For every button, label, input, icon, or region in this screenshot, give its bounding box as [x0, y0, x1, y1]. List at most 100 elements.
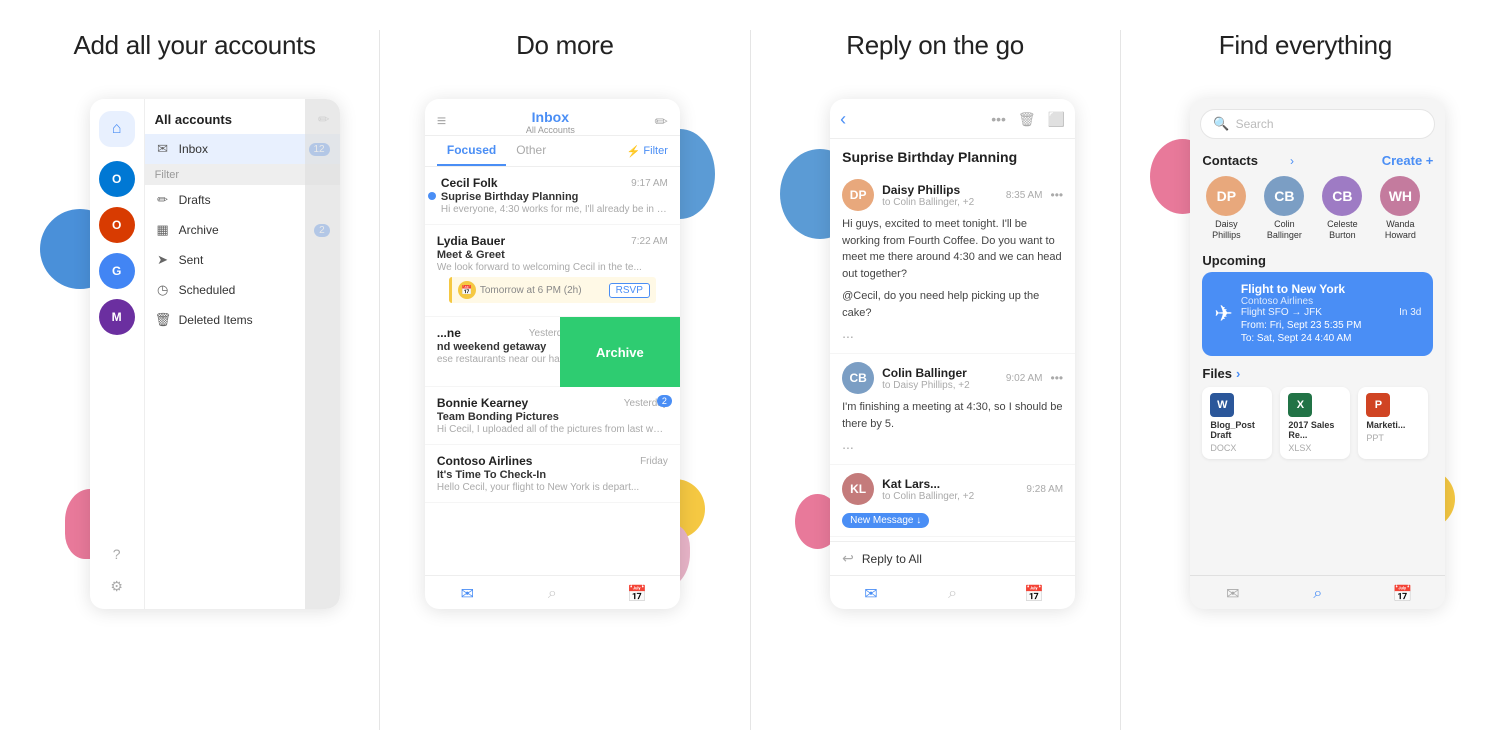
search-bar[interactable]: 🔍 Search — [1200, 109, 1435, 139]
s4-nav-mail[interactable]: ✉ — [1190, 584, 1275, 604]
msg2-to: to Daisy Phillips, +2 — [882, 380, 998, 391]
rsvp-button[interactable]: RSVP — [609, 283, 650, 298]
section4-phone: 🔍 Search Contacts › Create + DP DaisyPhi… — [1190, 99, 1445, 609]
mail-item-1[interactable]: Cecil Folk 9:17 AM Suprise Birthday Plan… — [425, 167, 680, 225]
archive-icon2[interactable]: ⬜ — [1048, 111, 1065, 128]
section4-wrapper: 🔍 Search Contacts › Create + DP DaisyPhi… — [1160, 89, 1450, 619]
msg1-to: to Colin Ballinger, +2 — [882, 197, 998, 208]
contact-colin[interactable]: CB ColinBallinger — [1260, 176, 1308, 241]
files-section: Files › W Blog_Post Draft DOCX X 2017 Sa… — [1190, 362, 1445, 463]
s3-header-icons: ••• 🗑 ⬜ — [991, 111, 1065, 128]
msg1-header: DP Daisy Phillips to Colin Ballinger, +2… — [842, 179, 1063, 211]
msg3-sender: Kat Lars... — [882, 477, 1018, 491]
s3-reply-bar[interactable]: ↩ Reply to All — [830, 541, 1075, 575]
msg2-sender: Colin Ballinger — [882, 366, 998, 380]
mail2-subject: Meet & Greet — [437, 249, 668, 261]
ppt-icon: P — [1366, 393, 1390, 417]
mail-item-2[interactable]: Lydia Bauer 7:22 AM Meet & Greet We look… — [425, 225, 680, 317]
inbox-icon: ✉ — [155, 141, 171, 157]
msg2-more[interactable]: ••• — [1051, 371, 1064, 385]
msg2-dots: ... — [842, 432, 1063, 456]
account-custom-icon[interactable]: M — [99, 299, 135, 335]
home-icon[interactable]: ⌂ — [99, 111, 135, 147]
mail2-sender: Lydia Bauer — [437, 234, 505, 248]
s3-nav-search[interactable]: ⌕ — [912, 584, 994, 604]
mail1-time: 9:17 AM — [631, 178, 668, 189]
mail3-preview: ese restaurants near our hat do you thin… — [437, 354, 573, 365]
msg1-meta: Daisy Phillips to Colin Ballinger, +2 — [882, 183, 998, 208]
contacts-row: DP DaisyPhillips CB ColinBallinger CB Ce… — [1190, 172, 1445, 245]
s2-bottom-nav: ✉ ⌕ 📅 — [425, 575, 680, 609]
s3-message-1: DP Daisy Phillips to Colin Ballinger, +2… — [830, 171, 1075, 354]
sent-icon: ➤ — [155, 252, 171, 268]
contact-celeste[interactable]: CB CelesteBurton — [1318, 176, 1366, 241]
s1-sidebar: ⌂ O O G M ? ⚙ — [90, 99, 145, 609]
s4-nav-calendar[interactable]: 📅 — [1360, 584, 1445, 604]
file-word[interactable]: W Blog_Post Draft DOCX — [1202, 387, 1272, 459]
archive-action[interactable]: Archive — [560, 317, 680, 387]
mail4-subject: Team Bonding Pictures — [437, 411, 668, 423]
account-google-icon[interactable]: G — [99, 253, 135, 289]
files-row: W Blog_Post Draft DOCX X 2017 Sales Re..… — [1202, 387, 1433, 459]
section1-wrapper: ⌂ O O G M ? ⚙ — [50, 89, 340, 619]
help-icon[interactable]: ? — [106, 543, 128, 565]
s4-nav-search[interactable]: ⌕ — [1275, 584, 1360, 604]
msg1-body: Hi guys, excited to meet tonight. I'll b… — [842, 216, 1063, 282]
account-outlook-icon[interactable]: O — [99, 161, 135, 197]
section-find: Find everything 🔍 Search Contacts › Crea… — [1120, 30, 1490, 730]
nav-calendar[interactable]: 📅 — [595, 584, 680, 604]
more-icon[interactable]: ••• — [991, 111, 1006, 128]
settings-icon[interactable]: ⚙ — [106, 575, 128, 597]
delete-icon[interactable]: 🗑 — [1018, 111, 1036, 128]
contact-daisy-avatar: DP — [1206, 176, 1246, 216]
mail5-row: Contoso Airlines Friday — [437, 454, 668, 468]
msg1-avatar: DP — [842, 179, 874, 211]
event-time: Tomorrow at 6 PM (2h) — [480, 285, 582, 296]
file3-name: Marketi... — [1366, 420, 1405, 430]
filter-label: Filter — [155, 169, 179, 181]
s3-nav-calendar[interactable]: 📅 — [993, 584, 1075, 604]
drafts-icon: ✏ — [155, 192, 171, 208]
mail-item-4[interactable]: Bonnie Kearney Yesterday Team Bonding Pi… — [425, 387, 680, 445]
file-ppt[interactable]: P Marketi... PPT — [1358, 387, 1428, 459]
msg2-meta: Colin Ballinger to Daisy Phillips, +2 — [882, 366, 998, 391]
mail-item-archive[interactable]: ...ne Yesterday nd weekend getaway ese r… — [425, 317, 680, 387]
file-excel[interactable]: X 2017 Sales Re... XLSX — [1280, 387, 1350, 459]
s3-bottom-nav: ✉ ⌕ 📅 — [830, 575, 1075, 609]
tab-focused[interactable]: Focused — [437, 136, 506, 166]
mail2-row: Lydia Bauer 7:22 AM — [437, 234, 668, 248]
section2-title: Do more — [516, 30, 614, 61]
scheduled-icon: ◷ — [155, 282, 171, 298]
contact-wanda-name: WandaHoward — [1385, 219, 1416, 241]
s3-nav-mail[interactable]: ✉ — [830, 584, 912, 604]
flight-card[interactable]: ✈ Flight to New York Contoso Airlines Fl… — [1202, 272, 1433, 356]
flight-from: From: Fri, Sept 23 5:35 PM — [1241, 320, 1422, 331]
section1-title: Add all your accounts — [73, 30, 315, 61]
msg3-avatar: KL — [842, 473, 874, 505]
contacts-chevron[interactable]: › — [1290, 154, 1294, 168]
section4-title: Find everything — [1219, 30, 1392, 61]
msg2-time: 9:02 AM — [1006, 373, 1043, 384]
nav-search[interactable]: ⌕ — [510, 584, 595, 604]
account-office-icon[interactable]: O — [99, 207, 135, 243]
all-accounts-label: All accounts — [155, 112, 232, 127]
new-message-badge[interactable]: New Message ↓ — [842, 513, 929, 528]
mail4-sender: Bonnie Kearney — [437, 396, 528, 410]
create-button[interactable]: Create + — [1382, 153, 1434, 168]
tab-other[interactable]: Other — [506, 136, 556, 166]
archive-icon: ▦ — [155, 222, 171, 238]
files-chevron[interactable]: › — [1236, 366, 1240, 381]
msg1-sender: Daisy Phillips — [882, 183, 998, 197]
s2-header: ≡ Inbox All Accounts ✏ — [425, 99, 680, 136]
compose-icon[interactable]: ✏ — [654, 112, 667, 132]
reply-label: Reply to All — [862, 552, 922, 566]
excel-icon: X — [1288, 393, 1312, 417]
msg1-more[interactable]: ••• — [1051, 188, 1064, 202]
contact-wanda[interactable]: WH WandaHoward — [1376, 176, 1424, 241]
nav-mail[interactable]: ✉ — [425, 584, 510, 604]
menu-icon[interactable]: ≡ — [437, 113, 446, 131]
contact-daisy[interactable]: DP DaisyPhillips — [1202, 176, 1250, 241]
filter-button[interactable]: ⚡ Filter — [627, 145, 668, 158]
mail-item-5[interactable]: Contoso Airlines Friday It's Time To Che… — [425, 445, 680, 503]
back-button[interactable]: ‹ — [840, 109, 846, 130]
